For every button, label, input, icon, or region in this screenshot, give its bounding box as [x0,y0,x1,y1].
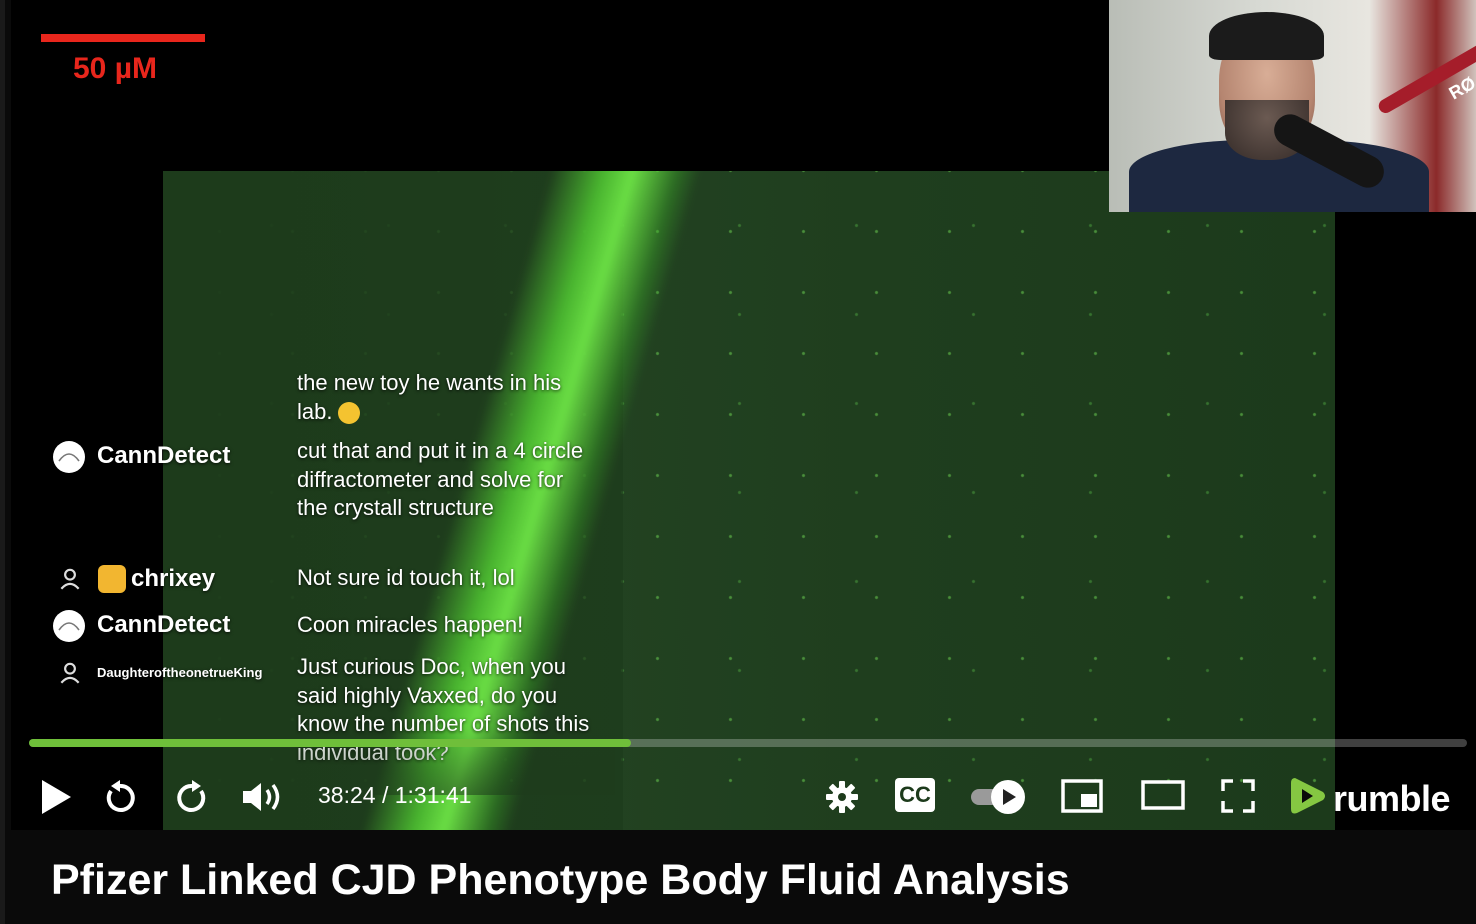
settings-icon [825,780,859,814]
forward-icon [175,779,209,815]
player-frame: 50 µM RØ the new toy he wants in his lab… [0,0,1476,924]
microscope-image [163,171,1335,830]
rewind-button[interactable] [103,779,137,815]
webcam-overlay: RØ [1109,0,1476,212]
scale-bar [41,34,205,42]
avatar[interactable] [53,610,85,642]
fullscreen-button[interactable] [1221,779,1255,813]
pip-icon [1061,779,1103,813]
captions-button[interactable]: CC [895,778,935,812]
volume-button[interactable] [241,780,285,814]
time-display: 38:24 / 1:31:41 [318,782,472,808]
progress-bar[interactable] [29,739,1467,747]
control-bar: 38:24 / 1:31:41 CC rumble [5,770,1476,824]
title-bar: Pfizer Linked CJD Phenotype Body Fluid A… [11,830,1476,924]
rumble-wordmark: rumble [1333,777,1451,819]
autoplay-toggle-icon [969,779,1029,815]
play-button[interactable] [39,778,73,816]
rumble-logo[interactable]: rumble [1289,775,1451,822]
webcam-cap [1209,12,1324,60]
mic-brand: RØ [1445,72,1476,104]
captions-icon: CC [895,778,935,812]
rewind-icon [103,779,137,815]
play-icon [39,778,73,816]
fullscreen-icon [1221,779,1255,813]
theater-button[interactable] [1141,780,1185,810]
rumble-play-icon [1289,775,1327,822]
progress-fill [29,739,632,747]
settings-button[interactable] [825,780,859,814]
theater-icon [1141,780,1185,810]
avatar[interactable] [53,441,85,473]
pip-button[interactable] [1061,779,1103,813]
scale-label: 50 µM [73,52,157,85]
autoplay-toggle[interactable] [969,779,1029,815]
video-surface[interactable]: 50 µM RØ [11,0,1476,830]
forward-button[interactable] [175,779,209,815]
volume-icon [241,780,285,814]
video-title: Pfizer Linked CJD Phenotype Body Fluid A… [51,856,1070,904]
